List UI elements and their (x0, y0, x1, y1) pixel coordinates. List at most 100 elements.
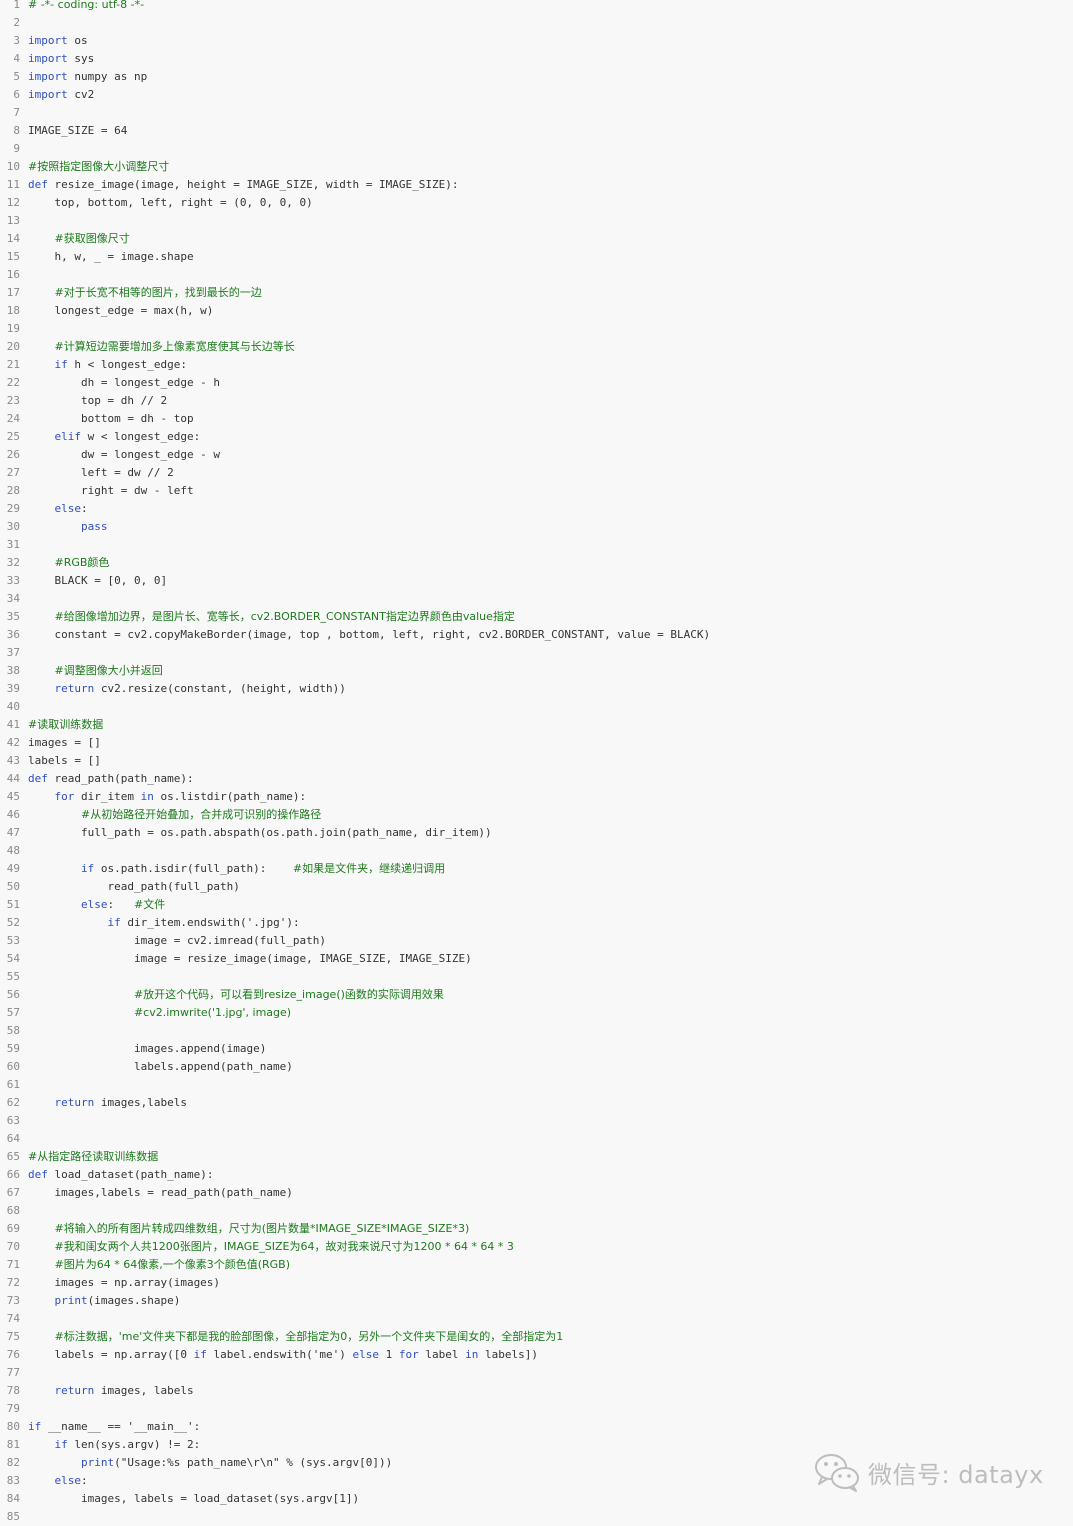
code-line: 20 #计算短边需要增加多上像素宽度使其与长边等长 (0, 338, 1073, 356)
line-number: 46 (6, 808, 20, 821)
code-comment: #计算短边需要增加多上像素宽度使其与长边等长 (54, 340, 295, 353)
code-comment: #放开这个代码，可以看到resize_image()函数的实际调用效果 (133, 988, 444, 1001)
code-text: labels = np.array([0 (28, 1348, 194, 1361)
code-text: resize_image(image, height = IMAGE_SIZE,… (47, 178, 459, 191)
code-comment: #图片为64 * 64像素,一个像素3个颜色值(RGB) (54, 1258, 291, 1271)
line-code: else: #文件 (28, 896, 165, 914)
line-code: image = cv2.imread(full_path) (28, 932, 326, 950)
wechat-icon (815, 1454, 859, 1492)
line-number: 73 (6, 1294, 20, 1307)
code-line: 30 pass (0, 518, 1073, 536)
code-text: h, w, _ = image.shape (28, 250, 194, 263)
line-number: 47 (6, 826, 20, 839)
code-line: 69 #将输入的所有图片转成四维数组，尺寸为(图片数量*IMAGE_SIZE*I… (0, 1220, 1073, 1238)
line-code: #给图像增加边界，是图片长、宽等长，cv2.BORDER_CONSTANT指定边… (28, 608, 515, 626)
code-text: top = dh // 2 (28, 394, 168, 407)
code-text: constant = cv2.copyMakeBorder(image, top… (28, 628, 711, 641)
line-code: #调整图像大小并返回 (28, 662, 163, 680)
code-line: 77 (0, 1364, 1073, 1382)
code-line: 68 (0, 1202, 1073, 1220)
code-text: images = np.array(images) (28, 1276, 221, 1289)
line-number: 42 (6, 736, 20, 749)
line-code: elif w < longest_edge: (28, 428, 201, 446)
code-keyword: if (80, 862, 95, 875)
line-code: #对于长宽不相等的图片，找到最长的一边 (28, 284, 262, 302)
line-code: else: (28, 1472, 88, 1490)
code-text: h < longest_edge: (67, 358, 187, 371)
code-line: 17 #对于长宽不相等的图片，找到最长的一边 (0, 284, 1073, 302)
line-number: 5 (13, 70, 20, 83)
code-line: 9 (0, 140, 1073, 158)
line-number: 57 (6, 1006, 20, 1019)
line-number: 19 (6, 322, 20, 335)
code-line: 28 right = dw - left (0, 482, 1073, 500)
line-code: #将输入的所有图片转成四维数组，尺寸为(图片数量*IMAGE_SIZE*IMAG… (28, 1220, 470, 1238)
line-code: top, bottom, left, right = (0, 0, 0, 0) (28, 194, 312, 212)
line-code: bottom = dh - top (28, 410, 194, 428)
code-text: % (sys.argv[0])) (279, 1456, 393, 1469)
line-number: 83 (6, 1474, 20, 1487)
code-comment: # -*- coding: utf-8 -*- (28, 0, 145, 11)
code-line: 80 if __name__ == '__main__': (0, 1418, 1073, 1436)
line-code: images.append(image) (28, 1040, 266, 1058)
code-comment: #RGB颜色 (54, 556, 110, 569)
code-text: : (107, 898, 134, 911)
code-text: numpy as np (67, 70, 148, 83)
code-line: 10 #按照指定图像大小调整尺寸 (0, 158, 1073, 176)
code-line: 31 (0, 536, 1073, 554)
code-line: 40 (0, 698, 1073, 716)
code-line: 58 (0, 1022, 1073, 1040)
code-line: 54 image = resize_image(image, IMAGE_SIZ… (0, 950, 1073, 968)
line-code: # -*- coding: utf-8 -*- (28, 0, 144, 14)
code-keyword: for (54, 790, 75, 803)
code-text: __name__ == (41, 1420, 128, 1433)
line-code: return images, labels (28, 1382, 194, 1400)
code-line: 50 read_path(full_path) (0, 878, 1073, 896)
line-code: labels = np.array([0 if label.endswith('… (28, 1346, 538, 1364)
code-comment: #标注数据，'me'文件夹下都是我的脸部图像，全部指定为0，另外一个文件夹下是闺… (54, 1330, 564, 1343)
line-code: BLACK = [0, 0, 0] (28, 572, 167, 590)
line-number: 7 (13, 106, 20, 119)
code-line: 25 elif w < longest_edge: (0, 428, 1073, 446)
code-line: 52 if dir_item.endswith('.jpg'): (0, 914, 1073, 932)
code-line: 46 #从初始路径开始叠加，合并成可识别的操作路径 (0, 806, 1073, 824)
code-line: 14 #获取图像尺寸 (0, 230, 1073, 248)
line-number: 27 (6, 466, 20, 479)
code-line: 70 #我和闺女两个人共1200张图片，IMAGE_SIZE为64，故对我来说尺… (0, 1238, 1073, 1256)
code-line: 12 top, bottom, left, right = (0, 0, 0, … (0, 194, 1073, 212)
code-text: (images.shape) (87, 1294, 181, 1307)
line-number: 75 (6, 1330, 20, 1343)
line-number: 54 (6, 952, 20, 965)
code-comment: #我和闺女两个人共1200张图片，IMAGE_SIZE为64，故对我来说尺寸为1… (54, 1240, 514, 1253)
line-number: 30 (6, 520, 20, 533)
code-line: 57 #cv2.imwrite('1.jpg', image) (0, 1004, 1073, 1022)
line-number: 67 (6, 1186, 20, 1199)
code-keyword: import (28, 52, 68, 65)
line-code: dh = longest_edge - h (28, 374, 220, 392)
code-text: dh = longest_edge - h (28, 376, 221, 389)
code-keyword: if (28, 1420, 42, 1433)
code-string: '__main__' (127, 1420, 194, 1433)
code-text: full_path = os.path.abspath(os.path.join… (28, 826, 492, 839)
line-number: 14 (6, 232, 20, 245)
line-number: 26 (6, 448, 20, 461)
line-number: 4 (13, 52, 20, 65)
line-code: import numpy as np (28, 68, 147, 86)
line-number: 43 (6, 754, 20, 767)
line-number: 68 (6, 1204, 20, 1217)
line-code: return cv2.resize(constant, (height, wid… (28, 680, 346, 698)
line-code: import sys (28, 50, 94, 68)
line-number: 41 (6, 718, 20, 731)
line-number: 58 (6, 1024, 20, 1037)
line-number: 36 (6, 628, 20, 641)
code-keyword: def (28, 772, 48, 785)
line-number: 31 (6, 538, 20, 551)
code-line: 39 return cv2.resize(constant, (height, … (0, 680, 1073, 698)
watermark: 微信号: datayx (812, 1450, 1044, 1494)
